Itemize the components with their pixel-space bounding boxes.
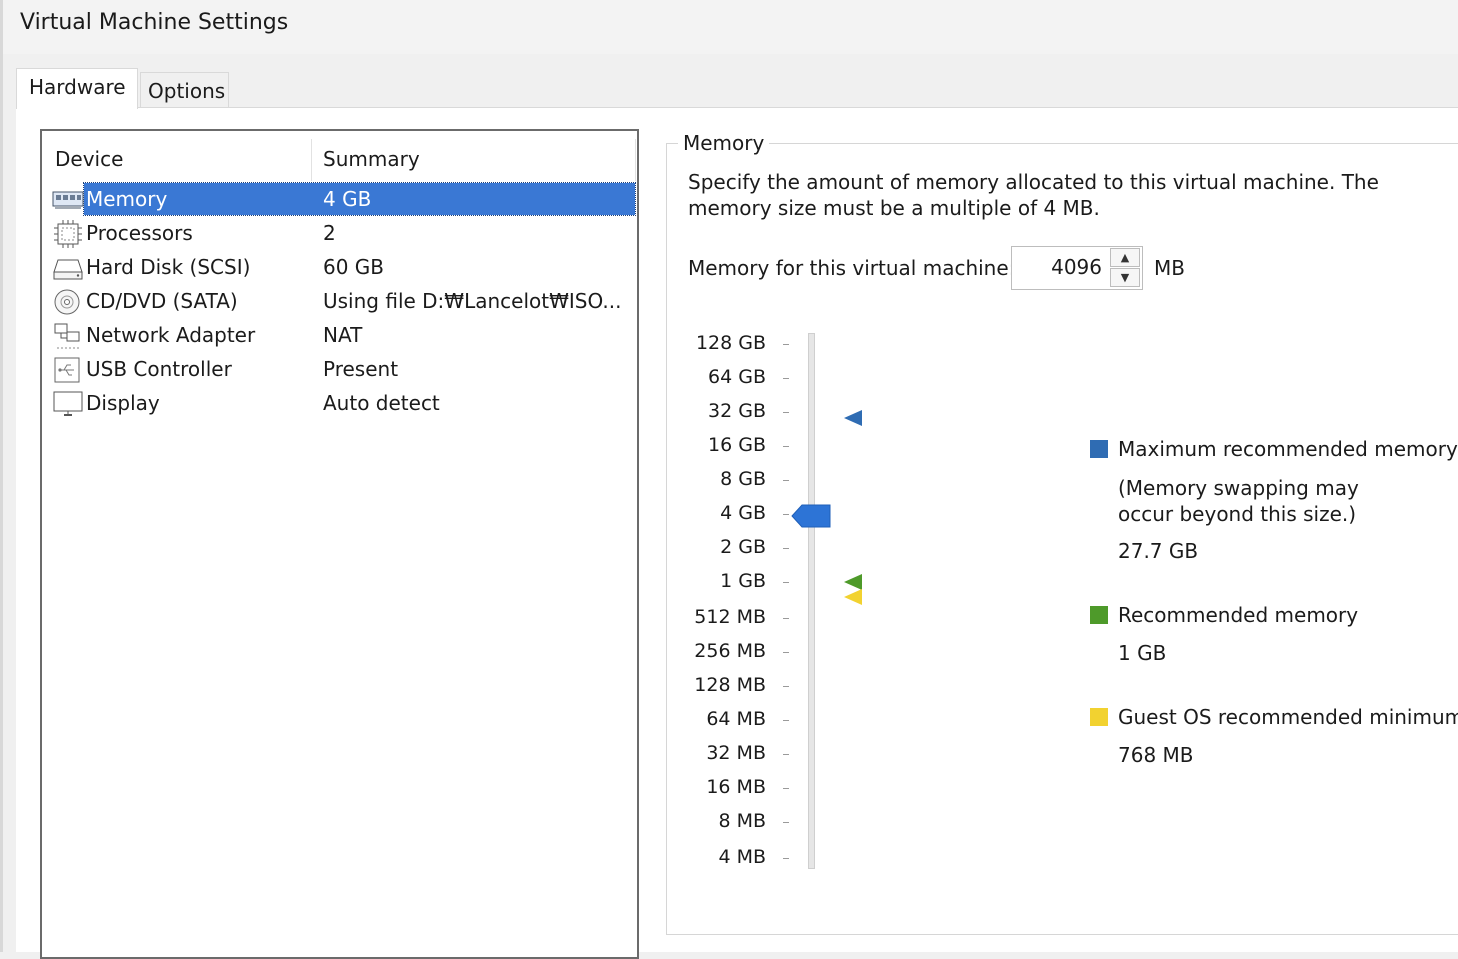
max-recommended-swatch xyxy=(1090,440,1108,458)
tab-hardware[interactable]: Hardware xyxy=(16,68,138,109)
memory-unit: MB xyxy=(1154,256,1185,280)
memory-icon xyxy=(52,186,84,214)
tick-label: 8 GB xyxy=(720,468,766,490)
column-header-device[interactable]: Device xyxy=(55,147,123,171)
tick-mark xyxy=(783,548,789,549)
device-name: Network Adapter xyxy=(86,323,256,347)
device-name: Display xyxy=(86,391,160,415)
device-name: Hard Disk (SCSI) xyxy=(86,255,251,279)
tick-mark xyxy=(783,858,789,859)
chevron-up-icon: ▲ xyxy=(1120,251,1130,264)
window-edge xyxy=(0,0,3,952)
column-header-summary[interactable]: Summary xyxy=(323,147,420,171)
cd-dvd-icon xyxy=(52,288,84,316)
memory-description: Specify the amount of memory allocated t… xyxy=(688,170,1379,220)
device-row-hard-disk[interactable]: Hard Disk (SCSI) 60 GB xyxy=(42,251,637,285)
tick-mark xyxy=(783,788,789,789)
max-recommended-value: 27.7 GB xyxy=(1118,539,1199,563)
device-summary: Present xyxy=(323,357,399,381)
tick-mark xyxy=(783,446,789,447)
tick-mark xyxy=(783,822,789,823)
tick-label: 16 GB xyxy=(708,434,766,456)
device-summary: 60 GB xyxy=(323,255,385,279)
memory-field-label: Memory for this virtual machine: xyxy=(688,256,1016,280)
title-bar: Virtual Machine Settings xyxy=(0,0,1458,54)
processor-icon xyxy=(52,220,84,248)
tab-strip-divider xyxy=(16,107,1458,108)
chevron-down-icon: ▼ xyxy=(1120,271,1130,284)
guest-min-value: 768 MB xyxy=(1118,743,1194,767)
tick-label: 32 MB xyxy=(706,742,766,764)
device-summary: Using file D:₩Lancelot₩ISO... xyxy=(323,289,622,313)
column-divider[interactable] xyxy=(311,139,312,181)
network-adapter-icon xyxy=(52,322,84,350)
hard-disk-icon xyxy=(52,254,84,282)
spin-down-button[interactable]: ▼ xyxy=(1110,268,1140,287)
tick-label: 64 GB xyxy=(708,366,766,388)
tick-mark xyxy=(783,720,789,721)
tick-mark xyxy=(783,480,789,481)
column-divider[interactable] xyxy=(635,139,636,181)
tick-label: 16 MB xyxy=(706,776,766,798)
device-name: Memory xyxy=(86,187,168,211)
device-summary: NAT xyxy=(323,323,363,347)
max-recommended-marker xyxy=(844,410,862,426)
tick-mark xyxy=(783,412,789,413)
tick-label: 1 GB xyxy=(720,570,766,592)
tick-label: 128 MB xyxy=(694,674,766,696)
guest-min-label: Guest OS recommended minimum xyxy=(1118,705,1458,729)
device-summary: 2 xyxy=(323,221,336,245)
tick-label: 512 MB xyxy=(694,606,766,628)
recommended-swatch xyxy=(1090,606,1108,624)
display-icon xyxy=(52,390,84,418)
device-list-header: Device Summary xyxy=(42,131,637,181)
device-name: CD/DVD (SATA) xyxy=(86,289,238,313)
tick-mark xyxy=(783,686,789,687)
tick-mark xyxy=(783,618,789,619)
memory-spinbox[interactable]: 4096 ▲ ▼ xyxy=(1011,246,1143,290)
device-row-usb-controller[interactable]: USB Controller Present xyxy=(42,353,637,387)
tick-label: 8 MB xyxy=(718,810,766,832)
tick-mark xyxy=(783,344,789,345)
tick-label: 128 GB xyxy=(695,332,766,354)
usb-controller-icon xyxy=(52,356,84,384)
tick-mark xyxy=(783,582,789,583)
device-row-processors[interactable]: Processors 2 xyxy=(42,217,637,251)
recommended-value: 1 GB xyxy=(1118,641,1167,665)
tab-options[interactable]: Options xyxy=(140,72,229,108)
max-recommended-label: Maximum recommended memory xyxy=(1118,437,1458,461)
tick-label: 32 GB xyxy=(708,400,766,422)
memory-input[interactable]: 4096 xyxy=(1051,255,1102,279)
tick-mark xyxy=(783,514,789,515)
tick-label: 2 GB xyxy=(720,536,766,558)
device-list[interactable]: Device Summary Memory 4 GB Processors 2 … xyxy=(40,129,639,959)
device-summary: Auto detect xyxy=(323,391,440,415)
device-name: USB Controller xyxy=(86,357,232,381)
tick-label: 256 MB xyxy=(694,640,766,662)
guest-min-marker xyxy=(844,589,862,605)
memory-slider-track[interactable] xyxy=(808,333,815,869)
tick-mark xyxy=(783,754,789,755)
device-name: Processors xyxy=(86,221,193,245)
device-row-network-adapter[interactable]: Network Adapter NAT xyxy=(42,319,637,353)
tick-mark xyxy=(783,378,789,379)
tick-mark xyxy=(783,652,789,653)
device-row-memory[interactable]: Memory 4 GB xyxy=(42,182,637,217)
guest-min-swatch xyxy=(1090,708,1108,726)
tick-label: 64 MB xyxy=(706,708,766,730)
device-summary: 4 GB xyxy=(323,187,372,211)
memory-slider-thumb[interactable] xyxy=(790,504,832,528)
memory-group-title: Memory xyxy=(678,131,770,155)
device-row-display[interactable]: Display Auto detect xyxy=(42,387,637,421)
window-title: Virtual Machine Settings xyxy=(20,10,289,35)
tick-label: 4 GB xyxy=(720,502,766,524)
recommended-label: Recommended memory xyxy=(1118,603,1359,627)
spin-up-button[interactable]: ▲ xyxy=(1110,248,1140,267)
max-recommended-note: (Memory swapping may occur beyond this s… xyxy=(1118,476,1359,526)
device-row-cd-dvd[interactable]: CD/DVD (SATA) Using file D:₩Lancelot₩ISO… xyxy=(42,285,637,319)
tick-label: 4 MB xyxy=(718,846,766,868)
